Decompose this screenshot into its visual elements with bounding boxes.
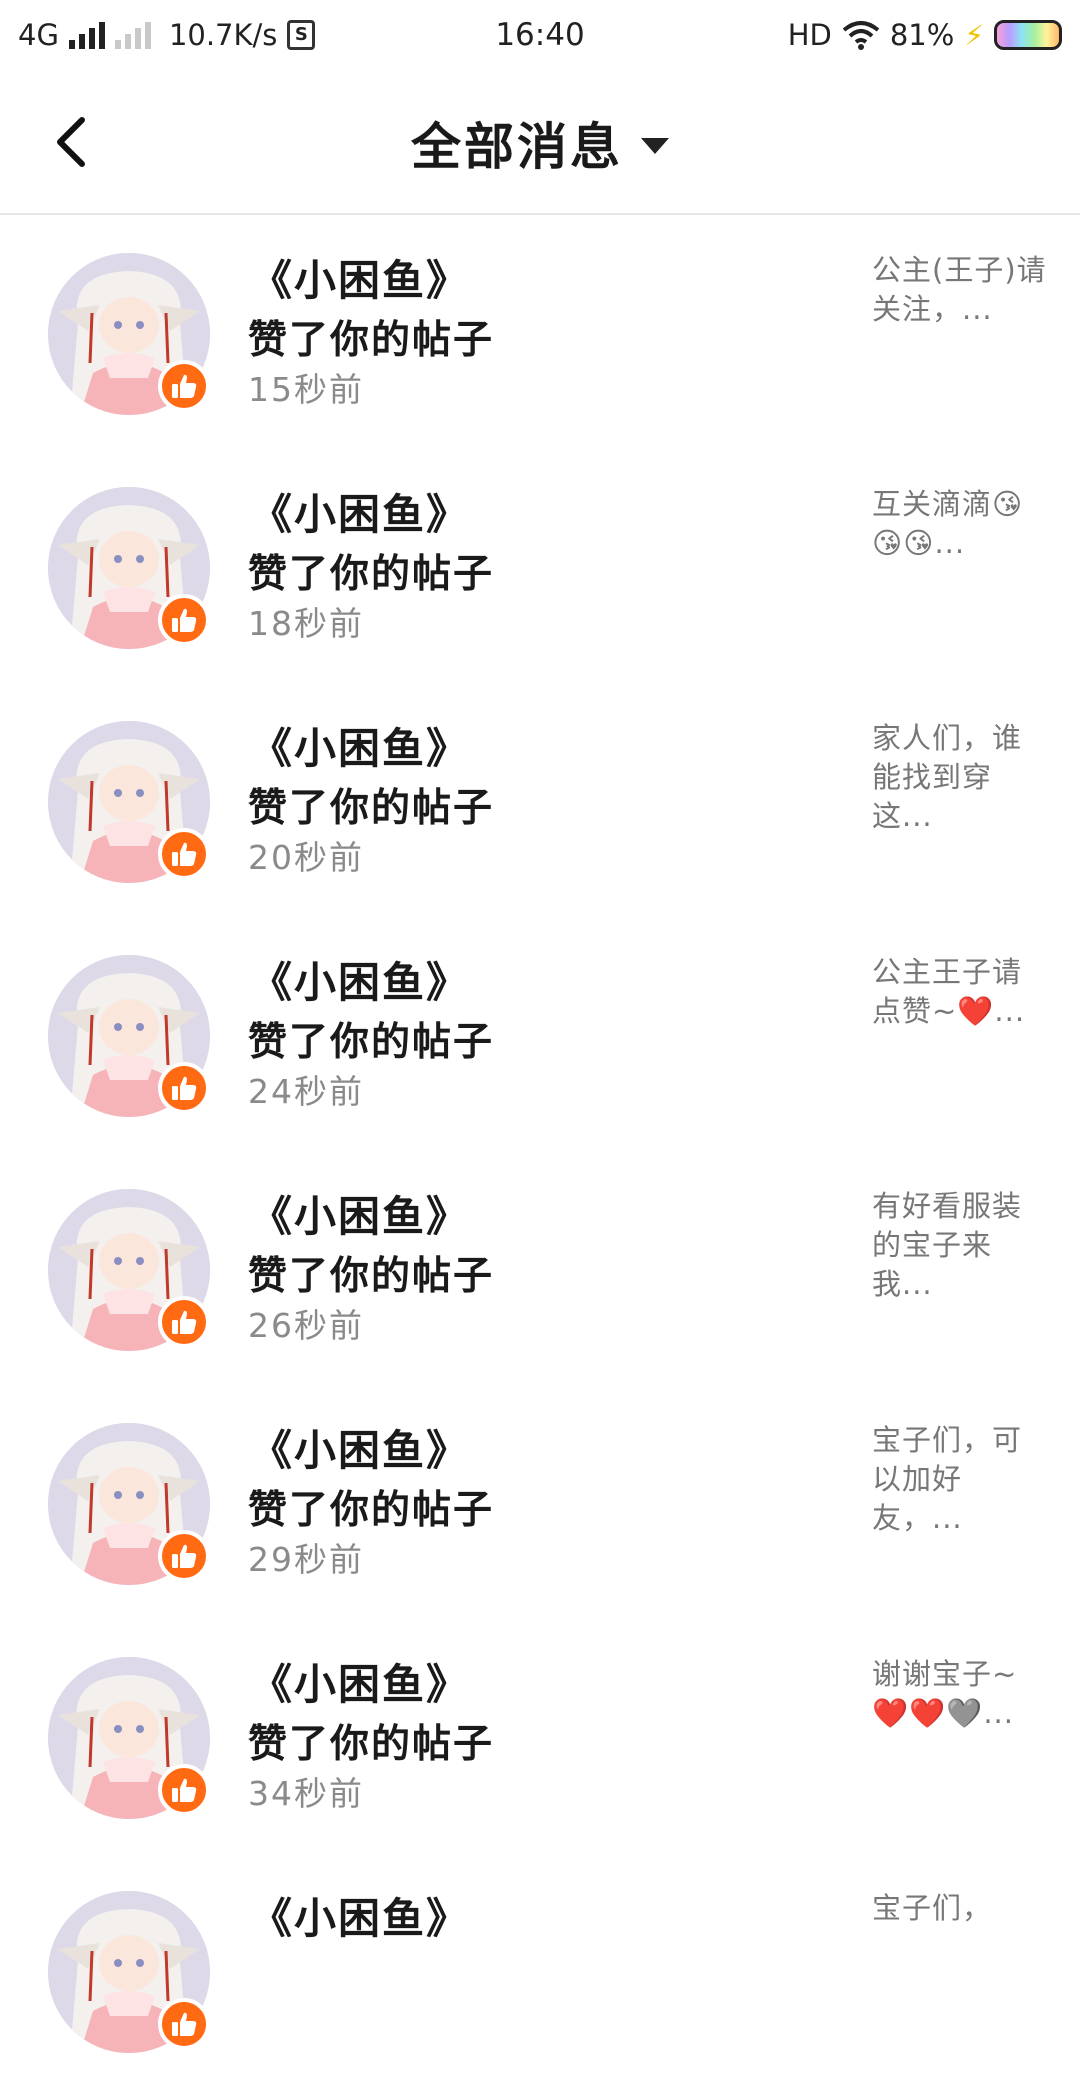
battery-percent: 81%	[889, 18, 955, 52]
sender-name[interactable]: 《小困鱼》	[250, 715, 470, 776]
timestamp: 34秒前	[248, 1774, 364, 1813]
post-preview[interactable]: 宝子们，可以加好友，...	[872, 1421, 1047, 1538]
thumbs-up-icon	[172, 1778, 197, 1802]
network-type: 4G	[18, 18, 59, 52]
status-left: 4G 10.7K/s S	[18, 18, 316, 52]
sender-name[interactable]: 《小困鱼》	[250, 949, 470, 1010]
timestamp: 18秒前	[248, 604, 364, 643]
signal-icon	[68, 21, 105, 49]
like-badge	[158, 1296, 210, 1348]
wifi-icon	[842, 21, 880, 50]
hd-indicator: HD	[787, 18, 832, 52]
post-preview[interactable]: 互关滴滴😘😘😘...	[872, 485, 1047, 563]
sender-name[interactable]: 《小困鱼》	[250, 1417, 470, 1478]
action-text: 赞了你的帖子	[248, 552, 495, 597]
like-badge	[158, 360, 210, 412]
action-text: 赞了你的帖子	[248, 318, 495, 363]
thumbs-up-icon	[172, 842, 197, 866]
like-badge	[158, 828, 210, 880]
list-item[interactable]: 《小困鱼》 赞了你的帖子 18秒前 互关滴滴😘😘😘...	[0, 451, 1080, 685]
timestamp: 24秒前	[248, 1072, 364, 1111]
like-badge	[158, 1062, 210, 1114]
title-dropdown[interactable]: 全部消息	[0, 108, 1080, 178]
thumbs-up-icon	[172, 1076, 197, 1100]
like-badge	[158, 594, 210, 646]
battery-icon	[994, 20, 1062, 50]
action-text: 赞了你的帖子	[248, 786, 495, 831]
action-text: 赞了你的帖子	[248, 1488, 495, 1533]
sender-name[interactable]: 《小困鱼》	[250, 247, 470, 308]
timestamp: 26秒前	[248, 1306, 364, 1345]
post-preview[interactable]: 家人们，谁能找到穿这...	[872, 719, 1047, 836]
list-item[interactable]: 《小困鱼》 赞了你的帖子 34秒前 谢谢宝子~❤️❤️🩶...	[0, 1621, 1080, 1855]
sender-name[interactable]: 《小困鱼》	[250, 1183, 470, 1244]
caret-down-icon	[641, 138, 669, 154]
timestamp: 15秒前	[248, 370, 364, 409]
page-title: 全部消息	[411, 118, 623, 176]
post-preview[interactable]: 宝子们，	[872, 1889, 1047, 1928]
timestamp: 29秒前	[248, 1540, 364, 1579]
thumbs-up-icon	[172, 2012, 197, 2036]
action-text: 赞了你的帖子	[248, 1722, 495, 1767]
action-text: 赞了你的帖子	[248, 1254, 495, 1299]
message-list: 《小困鱼》 赞了你的帖子 15秒前 公主(王子)请关注，... 《小困鱼》 赞了…	[0, 217, 1080, 2089]
thumbs-up-icon	[172, 608, 197, 632]
status-right: HD 81% ⚡	[788, 18, 1062, 52]
list-item[interactable]: 《小困鱼》 宝子们，	[0, 1855, 1080, 2089]
post-preview[interactable]: 谢谢宝子~❤️❤️🩶...	[872, 1655, 1047, 1733]
sender-name[interactable]: 《小困鱼》	[250, 1885, 470, 1946]
like-badge	[158, 1998, 210, 2050]
list-item[interactable]: 《小困鱼》 赞了你的帖子 24秒前 公主王子请点赞~❤️...	[0, 919, 1080, 1153]
post-preview[interactable]: 有好看服装的宝子来我...	[872, 1187, 1047, 1304]
like-badge	[158, 1764, 210, 1816]
list-item[interactable]: 《小困鱼》 赞了你的帖子 20秒前 家人们，谁能找到穿这...	[0, 685, 1080, 919]
thumbs-up-icon	[172, 1310, 197, 1334]
top-nav: 全部消息	[0, 70, 1080, 215]
sim-icon: S	[287, 20, 316, 50]
sender-name[interactable]: 《小困鱼》	[250, 481, 470, 542]
status-bar: 4G 10.7K/s S 16:40 HD 81% ⚡	[0, 0, 1080, 70]
network-speed: 10.7K/s	[168, 18, 278, 52]
post-preview[interactable]: 公主(王子)请关注，...	[872, 251, 1047, 329]
timestamp: 20秒前	[248, 838, 364, 877]
thumbs-up-icon	[172, 1544, 197, 1568]
list-item[interactable]: 《小困鱼》 赞了你的帖子 29秒前 宝子们，可以加好友，...	[0, 1387, 1080, 1621]
post-preview[interactable]: 公主王子请点赞~❤️...	[872, 953, 1047, 1031]
signal-sim2-icon	[114, 21, 151, 49]
sender-name[interactable]: 《小困鱼》	[250, 1651, 470, 1712]
like-badge	[158, 1530, 210, 1582]
thumbs-up-icon	[172, 374, 197, 398]
action-text: 赞了你的帖子	[248, 1020, 495, 1065]
list-item[interactable]: 《小困鱼》 赞了你的帖子 15秒前 公主(王子)请关注，...	[0, 217, 1080, 451]
charging-icon: ⚡	[964, 18, 984, 52]
list-item[interactable]: 《小困鱼》 赞了你的帖子 26秒前 有好看服装的宝子来我...	[0, 1153, 1080, 1387]
